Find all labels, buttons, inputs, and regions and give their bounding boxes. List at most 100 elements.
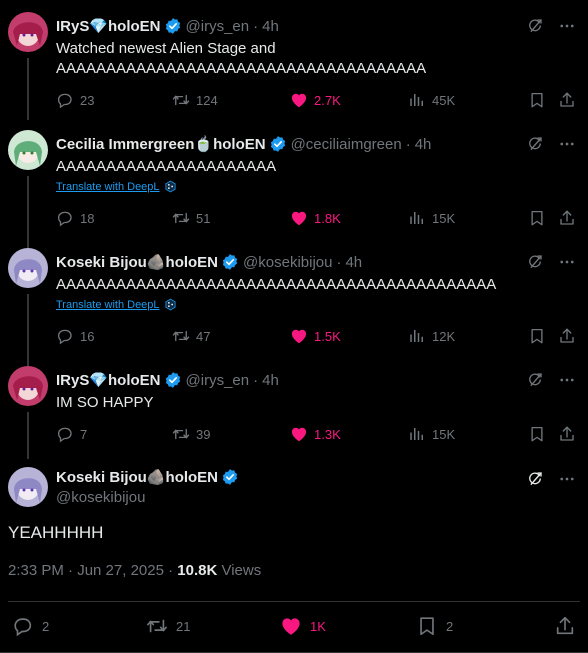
repost-button[interactable]: 21	[146, 615, 190, 637]
reply-tweet[interactable]: Koseki Bijou🪨holoEN @kosekibijou · 4h AA…	[0, 248, 588, 366]
more-icon[interactable]	[558, 371, 576, 389]
display-name[interactable]: IRyS💎holoEN	[56, 371, 161, 389]
timestamp[interactable]: 2:33 PM · Jun 27, 2025 ·	[8, 562, 177, 579]
timestamp[interactable]: 4h	[262, 372, 279, 389]
user-handle[interactable]: @kosekibijou	[243, 254, 332, 271]
views-count: 45K	[432, 92, 456, 108]
display-name[interactable]: Koseki Bijou🪨holoEN	[56, 468, 218, 486]
like-button[interactable]: 1K	[280, 615, 326, 637]
translate-link[interactable]: Translate with DeepL	[56, 180, 576, 193]
grok-icon[interactable]	[526, 371, 544, 389]
thread-connector	[27, 58, 29, 120]
repost-icon	[172, 327, 190, 345]
avatar[interactable]	[8, 467, 48, 507]
reply-icon	[56, 425, 74, 443]
reply-icon	[56, 209, 74, 227]
user-handle[interactable]: @ceciliaimgreen	[291, 136, 402, 153]
reply-tweet[interactable]: IRyS💎holoEN @irys_en · 4h Watched newest…	[0, 12, 588, 120]
grok-icon[interactable]	[526, 135, 544, 153]
avatar[interactable]	[8, 130, 48, 170]
like-button[interactable]: 1.5K	[290, 327, 341, 345]
more-icon[interactable]	[558, 253, 576, 271]
reply-button[interactable]: 23	[56, 91, 94, 109]
like-icon	[290, 327, 308, 345]
reply-tweet[interactable]: Cecilia Immergreen🍵holoEN @ceciliaimgree…	[0, 130, 588, 248]
repost-count: 51	[196, 210, 211, 226]
views-button[interactable]: 15K	[408, 425, 455, 443]
views-icon	[408, 425, 426, 443]
tweet-text-line: IM SO HAPPY	[56, 394, 154, 411]
display-name[interactable]: Koseki Bijou🪨holoEN	[56, 253, 218, 271]
grok-icon[interactable]	[526, 470, 544, 488]
more-icon[interactable]	[558, 135, 576, 153]
user-handle[interactable]: @kosekibijou	[56, 489, 239, 506]
verified-icon	[269, 135, 287, 153]
share-button[interactable]	[558, 425, 576, 443]
avatar[interactable]	[8, 12, 48, 52]
verified-icon	[164, 371, 182, 389]
share-icon	[554, 615, 576, 637]
tweet-text-line: AAAAAAAAAAAAAAAAAAAAAAAAAAAAAAAAAAAAA	[56, 60, 427, 77]
repost-button[interactable]: 124	[172, 91, 218, 109]
repost-button[interactable]: 39	[172, 425, 210, 443]
share-button[interactable]	[554, 615, 576, 637]
deepl-icon	[164, 180, 177, 193]
bookmark-button[interactable]	[528, 209, 546, 227]
repost-count: 124	[196, 92, 218, 108]
separator-dot: ·	[253, 371, 259, 389]
share-button[interactable]	[558, 327, 576, 345]
views-count: 10.8K	[177, 562, 218, 579]
reply-icon	[12, 615, 34, 637]
more-icon[interactable]	[558, 470, 576, 488]
share-icon	[558, 91, 576, 109]
reply-button[interactable]: 7	[56, 425, 87, 443]
display-name[interactable]: Cecilia Immergreen🍵holoEN	[56, 135, 266, 153]
reply-icon	[56, 327, 74, 345]
timestamp[interactable]: 4h	[262, 18, 279, 35]
reply-button[interactable]: 2	[12, 615, 49, 637]
grok-icon[interactable]	[526, 253, 544, 271]
thread-connector	[27, 294, 29, 366]
share-button[interactable]	[558, 91, 576, 109]
views-button[interactable]: 12K	[408, 327, 455, 345]
reply-count: 7	[80, 426, 88, 442]
bookmark-button[interactable]	[528, 425, 546, 443]
tweet-text-line: AAAAAAAAAAAAAAAAAAAAAAAAAAAAAAAAAAAAAAAA…	[56, 276, 497, 293]
views-icon	[408, 209, 426, 227]
tweet-text: Watched newest Alien Stage and AAAAAAAAA…	[56, 39, 576, 79]
thread-connector	[27, 176, 29, 248]
repost-button[interactable]: 47	[172, 327, 210, 345]
timestamp[interactable]: 4h	[415, 136, 432, 153]
reply-button[interactable]: 18	[56, 209, 94, 227]
share-button[interactable]	[558, 209, 576, 227]
avatar[interactable]	[8, 366, 48, 406]
like-button[interactable]: 1.3K	[290, 425, 341, 443]
bookmark-button[interactable]	[528, 327, 546, 345]
repost-button[interactable]: 51	[172, 209, 210, 227]
reply-tweet[interactable]: IRyS💎holoEN @irys_en · 4h IM SO HAPPY 7 …	[0, 366, 588, 459]
grok-icon[interactable]	[526, 17, 544, 35]
user-handle[interactable]: @irys_en	[186, 372, 250, 389]
like-button[interactable]: 2.7K	[290, 91, 341, 109]
like-button[interactable]: 1.8K	[290, 209, 341, 227]
separator-dot: ·	[336, 253, 342, 271]
translate-link[interactable]: Translate with DeepL	[56, 298, 576, 311]
more-icon[interactable]	[558, 17, 576, 35]
bookmark-count: 2	[446, 618, 454, 634]
bookmark-button[interactable]: 2	[416, 615, 453, 637]
repost-count: 21	[176, 618, 191, 634]
timestamp[interactable]: 4h	[345, 254, 362, 271]
avatar[interactable]	[8, 248, 48, 288]
display-name[interactable]: IRyS💎holoEN	[56, 17, 161, 35]
reply-button[interactable]: 16	[56, 327, 94, 345]
views-button[interactable]: 15K	[408, 209, 455, 227]
thread-replies: IRyS💎holoEN @irys_en · 4h Watched newest…	[0, 0, 588, 459]
bookmark-button[interactable]	[528, 91, 546, 109]
reply-count: 23	[80, 92, 95, 108]
reply-count: 16	[80, 328, 95, 344]
user-handle[interactable]: @irys_en	[186, 18, 250, 35]
divider	[8, 601, 580, 602]
views-button[interactable]: 45K	[408, 91, 455, 109]
repost-icon	[146, 615, 168, 637]
like-icon	[280, 615, 302, 637]
